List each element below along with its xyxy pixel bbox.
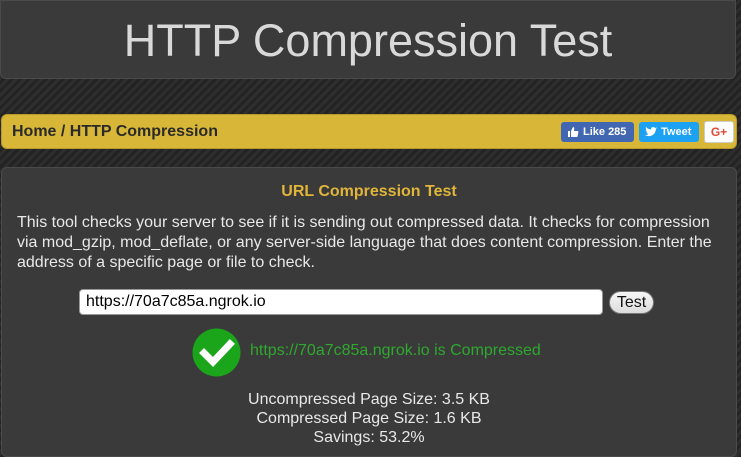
page-title: HTTP Compression Test [123,15,613,66]
breadcrumb-bar: Home / HTTP Compression Like 285 Tweet G… [1,114,737,149]
url-input[interactable] [79,289,603,315]
site-header: HTTP Compression Test [0,0,736,79]
test-button[interactable]: Test [609,291,654,314]
facebook-like-label: Like 285 [583,126,627,138]
panel-title: URL Compression Test [281,183,457,200]
check-circle-icon [192,328,241,377]
breadcrumb[interactable]: Home / HTTP Compression [12,115,218,148]
tweet-button[interactable]: Tweet [639,122,699,142]
facebook-like-button[interactable]: Like 285 [561,122,634,142]
google-plus-button[interactable]: G+ [704,121,734,143]
twitter-bird-icon [645,126,657,136]
uncompressed-size: Uncompressed Page Size: 3.5 KB [248,391,490,408]
tool-description: This tool checks your server to see if i… [17,214,712,271]
social-buttons: Like 285 Tweet G+ [561,121,734,143]
tweet-label: Tweet [661,126,692,138]
thumbs-up-icon [568,127,579,137]
savings: Savings: 53.2% [313,429,425,446]
compression-test-panel: URL Compression Test This tool checks yo… [1,167,737,457]
compression-result: https://70a7c85a.ngrok.io is Compressed [250,342,541,359]
compression-stats: Uncompressed Page Size: 3.5 KB Compresse… [2,390,736,447]
compressed-size: Compressed Page Size: 1.6 KB [256,410,482,427]
